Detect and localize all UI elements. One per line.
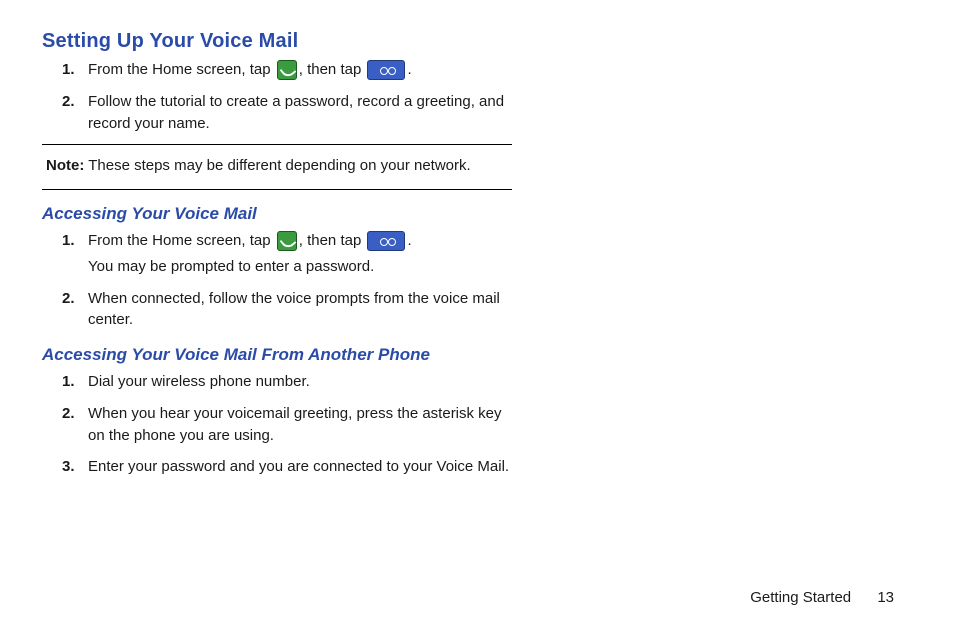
access-other-step-3: 3. Enter your password and you are conne… [88,456,512,478]
voicemail-icon [367,60,405,80]
phone-icon [277,231,297,251]
access-other-step-1: 1. Dial your wireless phone number. [88,371,512,393]
note-block: Note: These steps may be different depen… [42,144,512,190]
step-text-part: . [407,232,411,249]
step-number: 2. [62,91,75,113]
step-number: 3. [62,456,75,478]
footer-section: Getting Started [750,589,851,606]
access-other-heading: Accessing Your Voice Mail From Another P… [42,345,512,365]
phone-icon [277,60,297,80]
step-text-part: From the Home screen, tap [88,232,275,249]
step-text: Follow the tutorial to create a password… [88,93,504,132]
note-label: Note: [46,157,84,174]
access-step-1: 1. From the Home screen, tap , then tap … [88,230,512,278]
step-text: Dial your wireless phone number. [88,373,310,390]
setup-step-1: 1. From the Home screen, tap , then tap … [88,59,512,81]
note-text: These steps may be different depending o… [84,157,470,174]
step-number: 1. [62,230,75,252]
page-footer: Getting Started 13 [750,589,894,606]
access-heading: Accessing Your Voice Mail [42,204,512,224]
step-number: 2. [62,288,75,310]
access-steps: 1. From the Home screen, tap , then tap … [42,230,512,331]
setup-step-2: 2. Follow the tutorial to create a passw… [88,91,512,135]
step-text: When connected, follow the voice prompts… [88,290,500,329]
page-content: Setting Up Your Voice Mail 1. From the H… [42,30,512,478]
footer-page-number: 13 [877,589,894,606]
step-text: When you hear your voicemail greeting, p… [88,405,502,444]
step-subtext: You may be prompted to enter a password. [88,256,512,278]
access-other-step-2: 2. When you hear your voicemail greeting… [88,403,512,447]
setup-steps: 1. From the Home screen, tap , then tap … [42,59,512,134]
step-text-part: , then tap [299,232,366,249]
step-text: Enter your password and you are connecte… [88,458,509,475]
step-number: 1. [62,59,75,81]
step-number: 1. [62,371,75,393]
access-other-steps: 1. Dial your wireless phone number. 2. W… [42,371,512,478]
access-step-2: 2. When connected, follow the voice prom… [88,288,512,332]
step-text-part: , then tap [299,61,366,78]
step-text-part: . [407,61,411,78]
voicemail-icon [367,231,405,251]
main-heading: Setting Up Your Voice Mail [42,30,512,53]
step-text-part: From the Home screen, tap [88,61,275,78]
step-number: 2. [62,403,75,425]
